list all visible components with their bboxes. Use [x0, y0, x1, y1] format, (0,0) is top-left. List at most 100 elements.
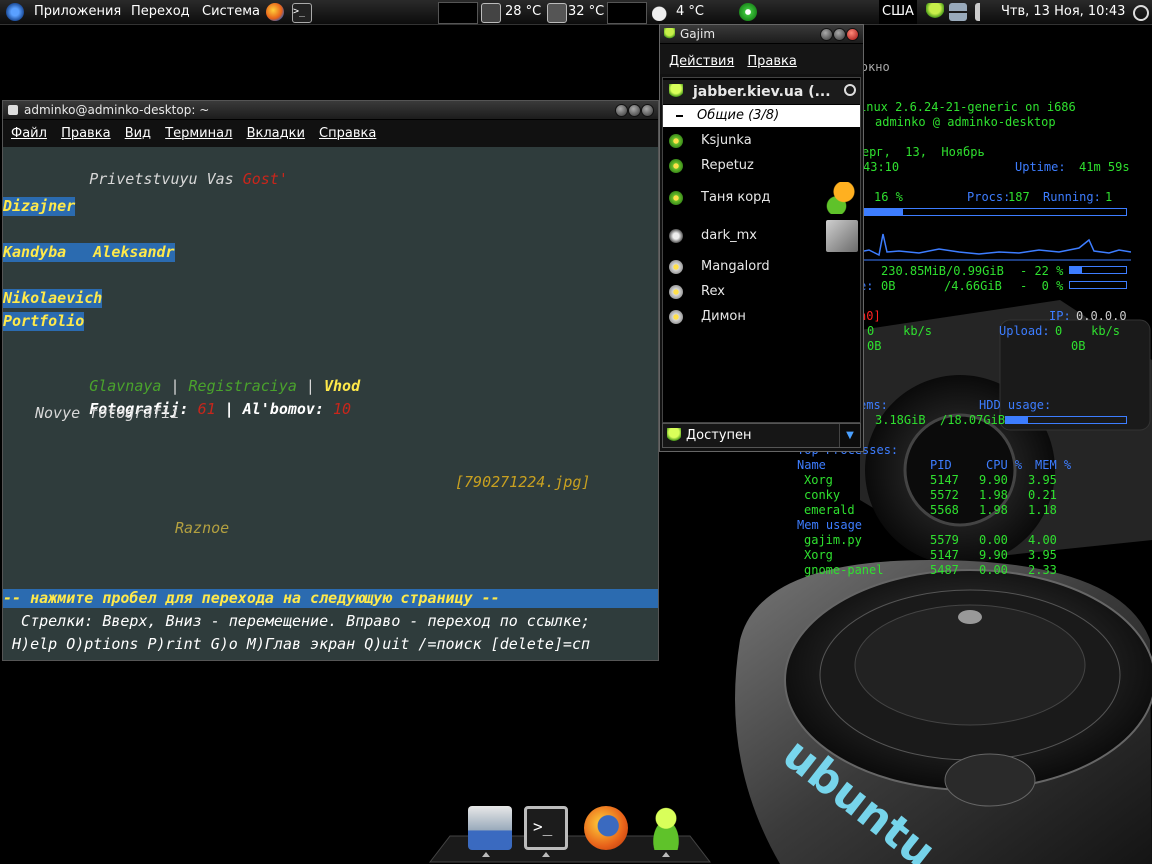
hdd-temperature[interactable]: 32 °C	[568, 0, 604, 24]
menu-actions[interactable]: Действия	[669, 54, 734, 69]
online-status-icon	[669, 134, 683, 148]
menu-terminal[interactable]: Терминал	[165, 126, 232, 141]
conky-time: 43:10	[863, 160, 900, 174]
conky-upload-speed: 0 kb/s	[1055, 324, 1121, 338]
ubuntu-logo-icon[interactable]	[6, 3, 24, 21]
menu-applications[interactable]: Приложения	[34, 0, 121, 24]
terminal-titlebar[interactable]: adminko@adminko-desktop: ~	[3, 101, 658, 120]
volume-icon[interactable]	[975, 3, 987, 21]
status-selector[interactable]: Доступен ▼	[662, 423, 861, 448]
maximize-button[interactable]	[628, 104, 641, 117]
offline-status-icon	[669, 260, 683, 274]
collapse-icon[interactable]	[676, 115, 683, 117]
link-name[interactable]: Kandyba Aleksandr	[3, 243, 175, 262]
ram-bar	[1069, 266, 1127, 274]
guest-text: Gost'	[242, 170, 288, 188]
link-portfolio[interactable]: Portfolio	[3, 312, 85, 331]
conky-hdd-value: 3.18GiB /18.07GiB	[875, 413, 1006, 427]
gajim-title: Gajim	[680, 27, 716, 41]
contact-avatar	[826, 182, 856, 214]
cpu-temperature[interactable]: 28 °C	[505, 0, 541, 24]
terminal-screen[interactable]: Privetstvuyu Vas Gost' Dizajner Kandyba …	[3, 147, 658, 660]
contact-row[interactable]: Таня корд	[663, 180, 860, 216]
conky-kernel: inux 2.6.24-21-generic on i686	[859, 100, 1076, 114]
conky-running-label: Running:	[1043, 190, 1101, 204]
conky-hdd-label: HDD usage:	[979, 398, 1052, 412]
contact-row[interactable]: dark_mx	[663, 218, 860, 254]
menu-tabs[interactable]: Вкладки	[247, 126, 305, 141]
proc-name: Xorg	[804, 548, 833, 562]
dock-running-indicator	[662, 852, 670, 857]
contact-row[interactable]: Димон	[663, 306, 860, 328]
proc-name: emerald	[804, 503, 855, 517]
gajim-icon[interactable]	[644, 806, 688, 850]
menu-places[interactable]: Переход	[131, 0, 190, 24]
cpu-bar	[859, 208, 1127, 216]
link-patronymic[interactable]: Nikolaevich	[3, 289, 103, 308]
contact-name: dark_mx	[701, 228, 757, 243]
contact-name: Таня корд	[701, 190, 771, 205]
contact-row[interactable]: Repetuz	[663, 155, 860, 177]
online-status-icon	[667, 428, 681, 443]
menu-help[interactable]: Справка	[319, 126, 376, 141]
menu-edit[interactable]: Правка	[61, 126, 110, 141]
menu-system[interactable]: Система	[202, 0, 260, 24]
account-name: jabber.kiev.ua (...	[693, 84, 831, 100]
cpu-graph-applet[interactable]	[438, 2, 478, 24]
minimize-button[interactable]	[820, 28, 833, 41]
proc-pid: 5487	[930, 563, 959, 577]
proc-name: conky	[804, 488, 841, 502]
terminal-icon[interactable]: >_	[524, 806, 568, 850]
clock[interactable]: Чтв, 13 Ноя, 10:43	[1001, 0, 1125, 24]
proc-mem: 1.18	[1028, 503, 1057, 517]
menu-edit[interactable]: Правка	[747, 54, 796, 69]
contact-row[interactable]: Ksjunka	[663, 130, 860, 152]
cpu-bar-fill	[860, 209, 903, 215]
requesting-status-icon	[669, 229, 683, 243]
remote-desktop-icon[interactable]	[468, 806, 512, 850]
terminal-launcher-icon[interactable]: >_	[292, 3, 312, 23]
network-icon[interactable]	[949, 3, 967, 21]
conky-swap-total: /4.66GiB	[944, 279, 1002, 293]
minimize-button[interactable]	[615, 104, 628, 117]
greeting-text: Privetstvuyu Vas	[89, 170, 243, 188]
gajim-menubar: Действия Правка	[660, 44, 863, 74]
contact-roster[interactable]: jabber.kiev.ua (... Общие (3/8) Ksjunka …	[662, 77, 861, 423]
terminal-window[interactable]: adminko@adminko-desktop: ~ Файл Правка В…	[2, 100, 659, 661]
account-row[interactable]: jabber.kiev.ua (...	[663, 80, 860, 104]
maximize-button[interactable]	[833, 28, 846, 41]
proc-pid: 5572	[930, 488, 959, 502]
link-misc[interactable]: Raznoe	[175, 519, 229, 538]
cpu-history-graph	[859, 233, 1131, 261]
close-button[interactable]	[846, 28, 859, 41]
group-row[interactable]: Общие (3/8)	[663, 105, 860, 127]
proc-name: Xorg	[804, 473, 833, 487]
link-designer[interactable]: Dizajner	[3, 197, 76, 216]
firefox-icon[interactable]	[584, 806, 628, 850]
firefox-launcher-icon[interactable]	[266, 3, 284, 21]
dock-running-indicator	[482, 852, 490, 857]
search-icon[interactable]	[844, 84, 856, 96]
new-photos-heading: Novye fotografii	[35, 404, 180, 422]
weather-temperature[interactable]: 4 °C	[676, 0, 704, 24]
logout-icon[interactable]	[1133, 5, 1149, 21]
menu-view[interactable]: Вид	[125, 126, 151, 141]
contact-name: Mangalord	[701, 259, 770, 274]
chevron-down-icon[interactable]: ▼	[839, 424, 860, 447]
proc-pid: 5579	[930, 533, 959, 547]
lynx-status-bar: -- нажмите пробел для перехода на следую…	[3, 589, 658, 608]
contact-row[interactable]: Mangalord	[663, 256, 860, 278]
proc-cpu: 0.00	[979, 563, 1008, 577]
contact-row[interactable]: Rex	[663, 281, 860, 303]
gajim-tray-icon[interactable]	[926, 3, 944, 21]
menu-file[interactable]: Файл	[11, 126, 47, 141]
keyboard-layout[interactable]: США	[879, 0, 917, 24]
close-button[interactable]	[641, 104, 654, 117]
conky-col-mem: MEM %	[1035, 458, 1072, 472]
gajim-titlebar[interactable]: Gajim	[660, 25, 863, 44]
image-link[interactable]: [790271224.jpg]	[455, 473, 590, 492]
gajim-roster-window[interactable]: Gajim Действия Правка jabber.kiev.ua (..…	[659, 24, 864, 452]
update-notifier-icon[interactable]	[739, 3, 757, 21]
conky-procs-label: Procs:	[967, 190, 1011, 204]
system-monitor-applet[interactable]	[607, 2, 647, 24]
